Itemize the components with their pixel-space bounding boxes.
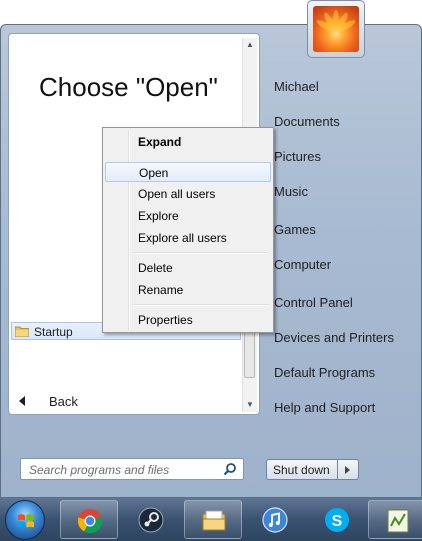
- itunes-icon: [262, 507, 288, 533]
- menu-item-properties[interactable]: Properties: [105, 310, 271, 330]
- back-arrow-icon: [19, 396, 25, 406]
- search-icon[interactable]: [223, 462, 237, 476]
- link-control-panel[interactable]: Control Panel: [274, 295, 353, 310]
- search-placeholder: Search programs and files: [29, 463, 170, 477]
- chrome-icon: [77, 509, 103, 534]
- shutdown-button[interactable]: Shut down: [266, 459, 338, 480]
- menu-item-open[interactable]: Open: [105, 162, 271, 182]
- menu-separator: [133, 252, 269, 254]
- instruction-text: Choose "Open": [39, 72, 218, 102]
- link-documents[interactable]: Documents: [274, 114, 340, 129]
- menu-item-open-all-users[interactable]: Open all users: [105, 184, 271, 204]
- explorer-icon: [202, 510, 226, 531]
- menu-item-rename[interactable]: Rename: [105, 280, 271, 300]
- skype-icon: S: [325, 508, 349, 532]
- scroll-down-icon[interactable]: ▼: [245, 400, 255, 410]
- context-menu: Expand Open Open all users Explore Explo…: [102, 127, 274, 333]
- shutdown-label: Shut down: [273, 463, 330, 477]
- link-help-support[interactable]: Help and Support: [274, 400, 375, 415]
- scroll-up-icon[interactable]: ▲: [245, 40, 255, 50]
- link-music[interactable]: Music: [274, 184, 308, 199]
- taskbar-explorer[interactable]: [184, 500, 242, 539]
- taskbar: S: [0, 498, 422, 541]
- menu-separator: [133, 304, 269, 306]
- user-picture[interactable]: [307, 0, 365, 58]
- taskbar-chrome[interactable]: [60, 500, 118, 539]
- link-games[interactable]: Games: [274, 222, 316, 237]
- back-label: Back: [49, 394, 78, 409]
- windows-logo-icon: [18, 514, 34, 528]
- startup-folder-label: Startup: [34, 325, 73, 339]
- menu-item-expand[interactable]: Expand: [105, 132, 271, 152]
- folder-icon: [15, 326, 29, 337]
- chevron-right-icon: [345, 466, 350, 474]
- taskbar-skype[interactable]: S: [308, 500, 366, 539]
- link-computer[interactable]: Computer: [274, 257, 331, 272]
- taskbar-itunes[interactable]: [246, 500, 304, 539]
- menu-item-explore[interactable]: Explore: [105, 206, 271, 226]
- link-user[interactable]: Michael: [274, 79, 319, 94]
- flower-image: [313, 6, 359, 52]
- svg-text:S: S: [332, 513, 343, 530]
- back-button[interactable]: Back: [15, 392, 135, 412]
- start-button[interactable]: [5, 500, 45, 540]
- link-default-programs[interactable]: Default Programs: [274, 365, 375, 380]
- taskbar-audio-app[interactable]: [368, 500, 422, 539]
- steam-icon: [138, 507, 164, 533]
- link-devices-printers[interactable]: Devices and Printers: [274, 330, 394, 345]
- audio-app-icon: [387, 509, 409, 533]
- link-pictures[interactable]: Pictures: [274, 149, 321, 164]
- shutdown-control: Shut down: [266, 459, 361, 480]
- menu-item-delete[interactable]: Delete: [105, 258, 271, 278]
- shutdown-options-button[interactable]: [338, 459, 359, 480]
- taskbar-steam[interactable]: [122, 500, 180, 539]
- search-input[interactable]: Search programs and files: [20, 458, 244, 480]
- menu-item-explore-all-users[interactable]: Explore all users: [105, 228, 271, 248]
